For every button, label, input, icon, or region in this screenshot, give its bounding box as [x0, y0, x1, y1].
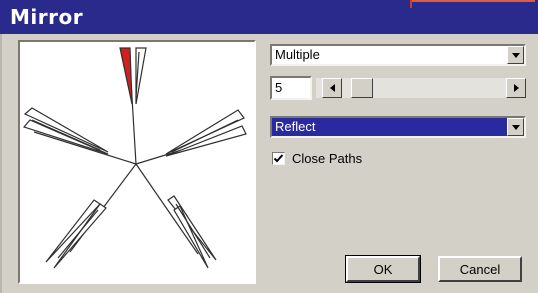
mode-dropdown[interactable]: Multiple: [270, 44, 526, 66]
operation-dropdown-button[interactable]: [507, 118, 524, 136]
mirror-shape-bottom-left-b: [45, 199, 101, 263]
window-title: Mirror: [10, 5, 84, 29]
arrow-right-icon: [513, 84, 519, 92]
arrow-left-icon: [329, 84, 335, 92]
accent-mark: [410, 0, 412, 8]
shape-inner-line: [57, 209, 99, 259]
mirror-shape-left-b: [22, 119, 109, 155]
mirror-preview: [18, 40, 256, 284]
spoke-left: [33, 131, 137, 165]
checkmark-icon: [273, 154, 284, 163]
mirror-preview-canvas: [22, 47, 247, 269]
mirror-shape-bottom-right-a: [167, 195, 217, 261]
ok-button[interactable]: OK: [345, 255, 421, 283]
scroll-left-button[interactable]: [322, 78, 342, 98]
chevron-down-icon: [511, 124, 520, 130]
operation-dropdown-value: Reflect: [275, 119, 316, 134]
mirror-shape-bottom-left-a: [53, 203, 107, 269]
slider-thumb[interactable]: [351, 78, 373, 98]
mirror-shape-bottom-right-b: [173, 205, 209, 269]
close-paths-label: Close Paths: [292, 151, 363, 166]
count-value: 5: [275, 80, 283, 95]
close-paths-checkbox[interactable]: [272, 152, 285, 165]
chevron-down-icon: [511, 52, 520, 58]
scroll-right-button[interactable]: [506, 78, 526, 98]
title-bar: Mirror: [0, 0, 538, 34]
count-input[interactable]: 5: [270, 76, 312, 100]
count-slider[interactable]: [316, 78, 526, 98]
cancel-button[interactable]: Cancel: [438, 256, 522, 282]
mode-dropdown-value: Multiple: [275, 47, 320, 62]
spoke-bottom-right: [135, 163, 199, 255]
accent-line: [410, 0, 535, 2]
mode-dropdown-button[interactable]: [507, 46, 524, 64]
highlighted-shape: [119, 47, 133, 105]
operation-dropdown[interactable]: Reflect: [270, 116, 526, 138]
shape-inner-line: [175, 203, 211, 259]
